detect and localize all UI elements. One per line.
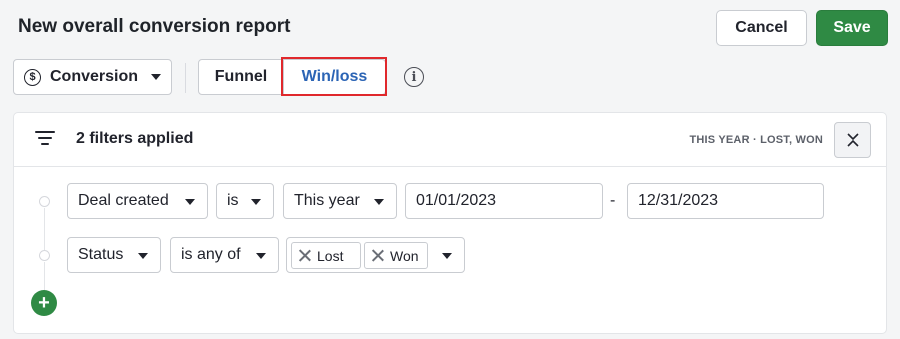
page-title: New overall conversion report <box>18 16 291 37</box>
filters-header: 2 filters applied THIS YEAR · LOST, WON <box>14 113 886 167</box>
date-range-separator: - <box>610 192 616 209</box>
tag-label: Won <box>390 247 419 264</box>
filter-field-select[interactable]: Deal created <box>67 183 208 219</box>
caret-down-icon <box>442 253 452 259</box>
filter-rail-line <box>44 208 45 250</box>
tag-label: Lost <box>317 247 344 264</box>
toolbar-divider <box>185 63 186 93</box>
filter-operator-select[interactable]: is <box>216 183 274 219</box>
filters-panel: 2 filters applied THIS YEAR · LOST, WON <box>13 112 887 334</box>
remove-tag-icon[interactable] <box>371 249 384 262</box>
caret-down-icon <box>374 199 384 205</box>
tab-funnel[interactable]: Funnel <box>199 60 284 94</box>
save-button[interactable]: Save <box>816 10 888 46</box>
filter-operator-value: is <box>227 192 239 209</box>
filter-field-value: Status <box>78 246 124 263</box>
date-from-input[interactable]: 01/01/2023 <box>405 183 603 219</box>
filter-operator-value: is any of <box>181 246 241 263</box>
collapse-button[interactable] <box>834 122 871 158</box>
report-type-label: Conversion <box>50 68 139 85</box>
filter-lines-icon <box>35 130 55 146</box>
filter-field-value: Deal created <box>78 192 169 209</box>
date-to-input[interactable]: 12/31/2023 <box>627 183 824 219</box>
tag-chip[interactable]: Won <box>364 242 428 269</box>
highlight-box <box>281 57 387 96</box>
tag-chip[interactable]: Lost <box>291 242 361 269</box>
collapse-chevrons-icon <box>846 133 859 147</box>
filters-summary: THIS YEAR · LOST, WON <box>689 134 823 146</box>
dollar-circle-icon: $ <box>24 68 41 86</box>
report-type-dropdown[interactable]: $ Conversion <box>13 59 172 95</box>
filter-period-value: This year <box>294 192 360 209</box>
caret-down-icon <box>251 199 261 205</box>
status-multiselect[interactable]: Lost Won <box>286 237 465 273</box>
add-filter-button[interactable]: + <box>31 290 57 316</box>
filters-applied-label: 2 filters applied <box>76 130 194 147</box>
caret-down-icon <box>151 74 162 80</box>
caret-down-icon <box>256 253 266 259</box>
caret-down-icon <box>138 253 148 259</box>
filter-value-select[interactable]: This year <box>283 183 397 219</box>
cancel-button[interactable]: Cancel <box>716 10 807 46</box>
filter-row-dot <box>39 250 50 261</box>
remove-tag-icon[interactable] <box>298 249 311 262</box>
caret-down-icon <box>185 199 195 205</box>
filter-operator-select[interactable]: is any of <box>170 237 279 273</box>
info-icon[interactable]: i <box>404 67 424 87</box>
filter-row-dot <box>39 196 50 207</box>
filter-field-select[interactable]: Status <box>67 237 161 273</box>
filter-rail-line <box>44 262 45 290</box>
